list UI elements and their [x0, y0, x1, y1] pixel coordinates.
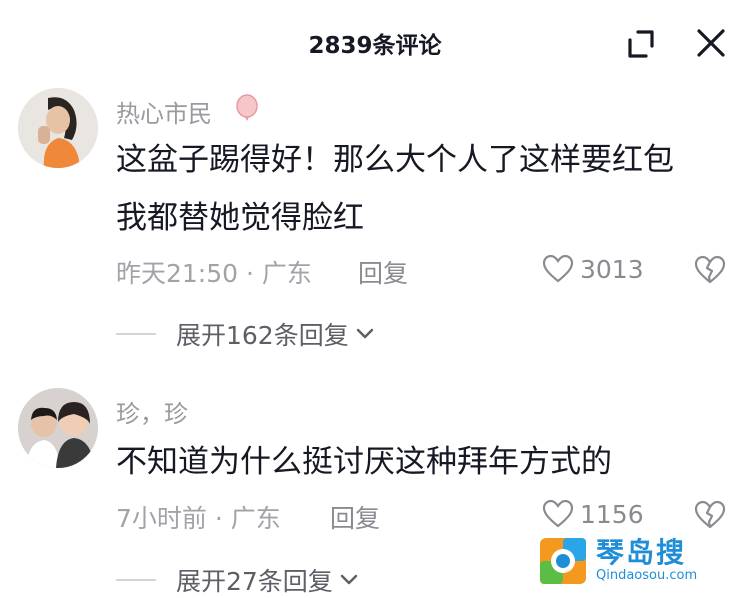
like-button[interactable]: 3013: [542, 254, 644, 284]
heart-icon: [542, 499, 574, 528]
comment-meta: 7小时前 · 广东: [116, 504, 281, 533]
reply-button[interactable]: 回复: [358, 254, 408, 290]
heart-icon: [542, 254, 574, 283]
watermark-logo-icon: [540, 538, 586, 584]
watermark-url: Qindaosou.com: [596, 568, 698, 583]
comment-username[interactable]: 热心市民: [116, 94, 212, 129]
avatar[interactable]: [18, 88, 98, 168]
broken-heart-icon[interactable]: [694, 254, 726, 286]
comment-meta: 昨天21:50 · 广东: [116, 259, 312, 288]
comment-text-line-1: 不知道为什么挺讨厌这种拜年方式的: [116, 444, 612, 480]
comment-text-line-2: 我都替她觉得脸红: [116, 200, 364, 236]
chevron-down-icon: [340, 574, 358, 585]
site-watermark: 琴岛搜 Qindaosou.com: [538, 536, 697, 586]
expand-replies-label: 展开27条回复: [176, 567, 333, 596]
like-count: 1156: [580, 499, 644, 529]
avatar[interactable]: [18, 388, 98, 468]
like-count: 3013: [580, 254, 644, 284]
expand-replies[interactable]: 展开27条回复: [116, 562, 359, 598]
comment-username[interactable]: 珍，珍: [116, 394, 188, 429]
comment-text-line-1: 这盆子踢得好！那么大个人了这样要红包: [116, 142, 674, 178]
collapse-icon[interactable]: [624, 26, 658, 60]
close-icon[interactable]: [694, 26, 728, 60]
broken-heart-icon[interactable]: [694, 499, 726, 531]
divider-line: [116, 333, 156, 335]
balloon-icon: [236, 94, 258, 121]
chevron-down-icon: [356, 328, 373, 339]
divider-line: [116, 579, 156, 581]
watermark-name: 琴岛搜: [596, 536, 687, 569]
like-button[interactable]: 1156: [542, 499, 644, 529]
expand-replies[interactable]: 展开162条回复: [116, 316, 375, 352]
expand-replies-label: 展开162条回复: [176, 321, 349, 350]
reply-button[interactable]: 回复: [330, 499, 380, 535]
